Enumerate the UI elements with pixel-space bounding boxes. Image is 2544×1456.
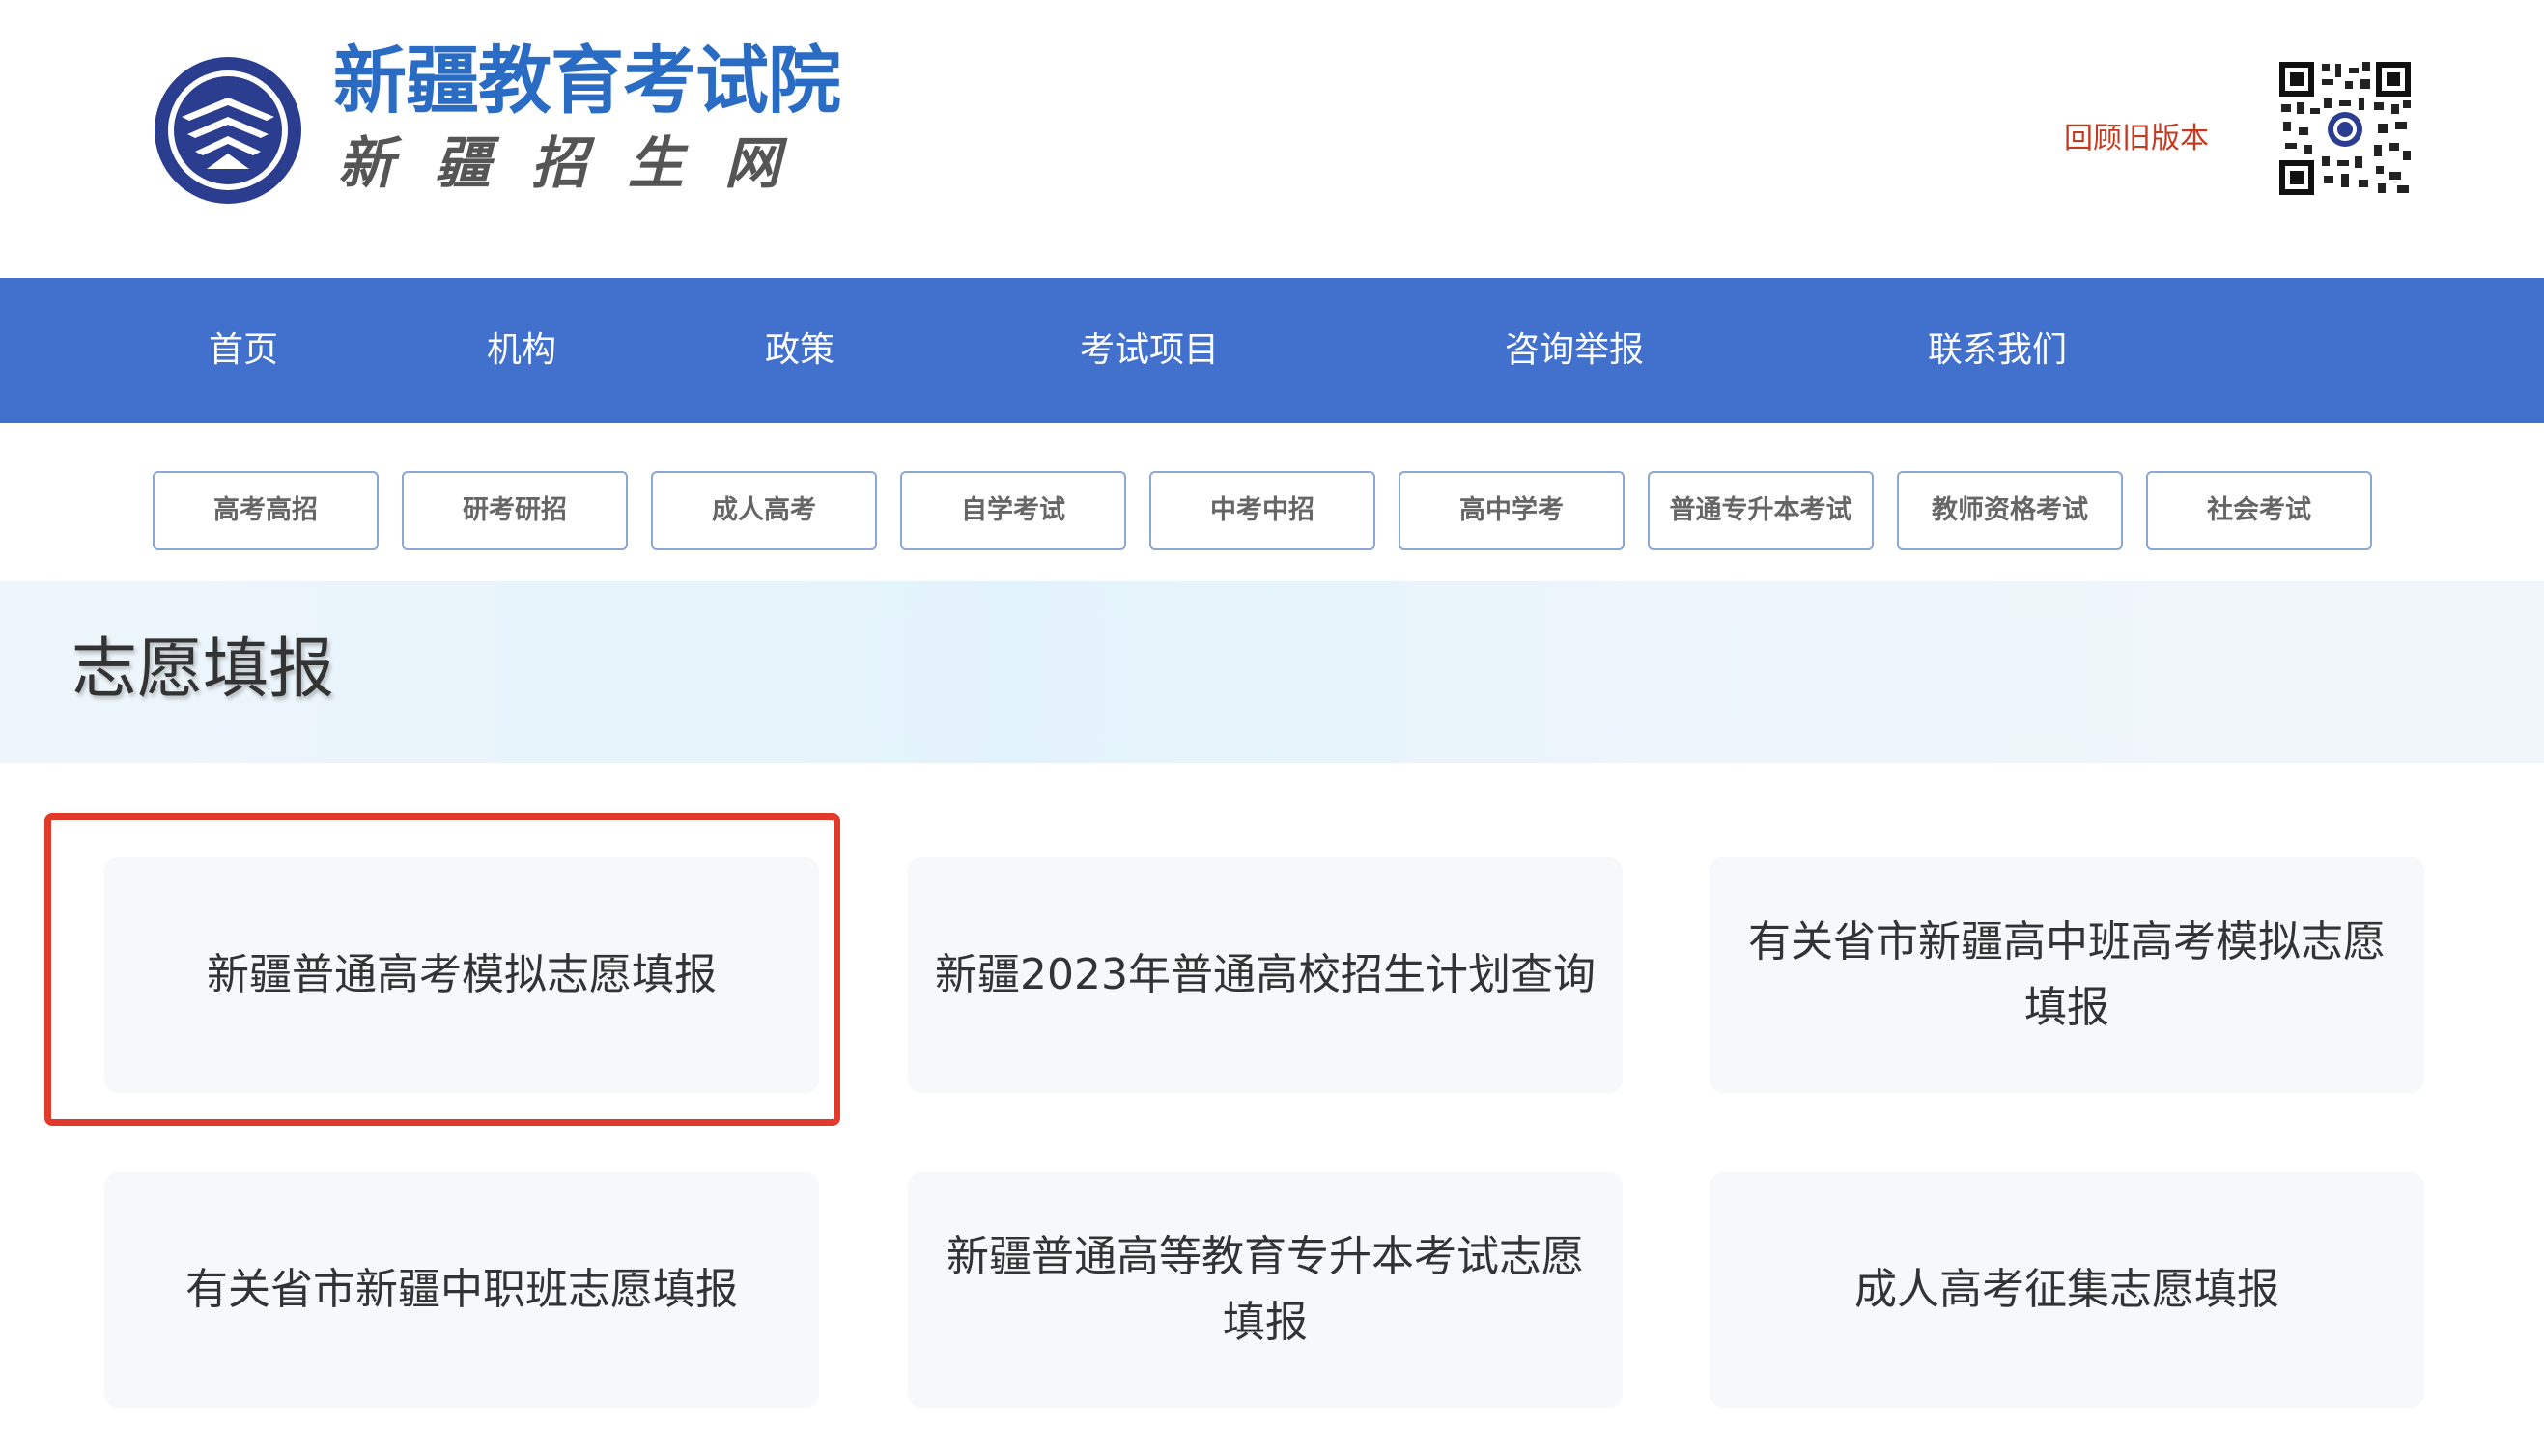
- card-vocational-class-application[interactable]: 有关省市新疆中职班志愿填报: [104, 1172, 819, 1408]
- qr-code-icon: [2277, 60, 2413, 197]
- nav-item-exams[interactable]: 考试项目: [1080, 278, 1219, 423]
- tab-adult-exam[interactable]: 成人高考: [651, 471, 877, 550]
- tab-gaokao[interactable]: 高考高招: [153, 471, 379, 550]
- card-upgrade-exam-application[interactable]: 新疆普通高等教育专升本考试志愿填报: [908, 1172, 1623, 1408]
- old-version-link[interactable]: 回顾旧版本: [2064, 114, 2209, 156]
- card-highschool-class-mock-application[interactable]: 有关省市新疆高中班高考模拟志愿填报: [1710, 857, 2424, 1093]
- site-header: 新疆教育考试院 新疆招生网 回顾旧版本: [0, 0, 2544, 278]
- tab-highschool-test[interactable]: 高中学考: [1399, 471, 1625, 550]
- section-banner: 志愿填报: [0, 581, 2544, 763]
- nav-item-contact[interactable]: 联系我们: [1928, 278, 2067, 423]
- exam-category-tabs: 高考高招 研考研招 成人高考 自学考试 中考中招 高中学考 普通专升本考试 教师…: [0, 423, 2544, 581]
- card-2023-enrollment-plan-query[interactable]: 新疆2023年普通高校招生计划查询: [908, 857, 1623, 1093]
- exam-authority-emblem-icon[interactable]: [153, 55, 303, 206]
- tab-graduate[interactable]: 研考研招: [402, 471, 628, 550]
- nav-item-policy[interactable]: 政策: [765, 278, 834, 423]
- nav-item-home[interactable]: 首页: [209, 278, 278, 423]
- tab-self-study[interactable]: 自学考试: [900, 471, 1126, 550]
- site-subtitle: 新疆招生网: [338, 130, 822, 196]
- tab-upgrade-exam[interactable]: 普通专升本考试: [1648, 471, 1874, 550]
- card-gaokao-mock-application[interactable]: 新疆普通高考模拟志愿填报: [104, 857, 819, 1093]
- card-adult-exam-supplementary-application[interactable]: 成人高考征集志愿填报: [1710, 1172, 2424, 1408]
- main-nav: 首页 机构 政策 考试项目 咨询举报 联系我们: [0, 278, 2544, 423]
- tab-teacher-cert[interactable]: 教师资格考试: [1897, 471, 2123, 550]
- site-title: 新疆教育考试院: [333, 38, 841, 124]
- nav-item-organization[interactable]: 机构: [487, 278, 556, 423]
- tab-social-exam[interactable]: 社会考试: [2146, 471, 2372, 550]
- section-title: 志愿填报: [71, 631, 335, 708]
- tab-zhongkao[interactable]: 中考中招: [1149, 471, 1375, 550]
- nav-item-consult-report[interactable]: 咨询举报: [1505, 278, 1644, 423]
